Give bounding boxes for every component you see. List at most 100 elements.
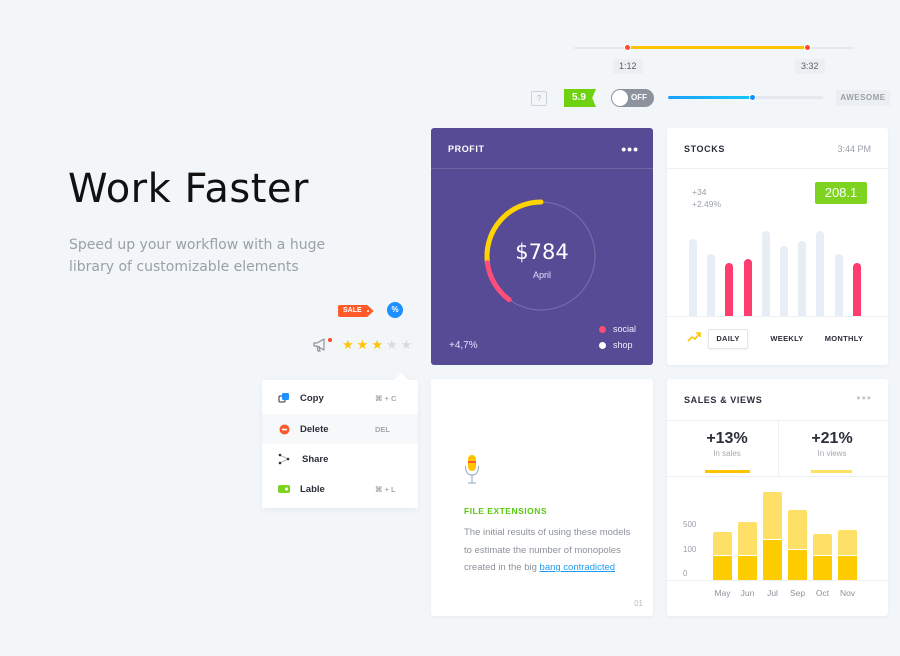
y-tick-label: 0 [683, 569, 688, 578]
menu-shortcut: ⌘ + C [375, 393, 397, 403]
progress-handle[interactable] [748, 94, 756, 101]
file-extensions-card: FILE EXTENSIONS The initial results of u… [431, 379, 653, 616]
stat-label: In sales [713, 449, 741, 458]
stock-bar [834, 254, 843, 316]
tab-daily[interactable]: DAILY [708, 329, 748, 349]
stock-bar [798, 240, 807, 316]
menu-label: Copy [300, 392, 324, 404]
trending-up-icon [687, 332, 701, 342]
menu-item-share[interactable]: Share [262, 444, 418, 474]
legend-item-social: social [599, 324, 636, 334]
star-icon[interactable]: ★ [342, 338, 354, 351]
stocks-time: 3:44 PM [837, 144, 871, 154]
more-horizontal-icon[interactable]: ••• [621, 141, 639, 157]
stat-underline-sales [705, 470, 750, 473]
stock-bar [707, 254, 716, 316]
label-icon [278, 483, 290, 495]
stat-label: In views [817, 449, 847, 458]
sales-bar [763, 492, 782, 580]
hero-title: Work Faster [68, 166, 309, 212]
copy-icon [278, 392, 290, 404]
sales-bar [838, 530, 857, 580]
bar-segment-sales [788, 550, 807, 580]
range-end-label: 3:32 [795, 59, 825, 74]
hero-subtitle: Speed up your workflow with a huge libra… [69, 237, 326, 275]
sales-bar [813, 534, 832, 580]
ring-segment-social [484, 260, 512, 303]
stat-underline-views [811, 470, 852, 473]
sales-bar [788, 510, 807, 580]
divider [667, 476, 888, 477]
stock-bar-highlight [852, 262, 861, 316]
bar-segment-sales [763, 540, 782, 580]
toggle-label: OFF [631, 93, 647, 102]
stocks-card: STOCKS 3:44 PM +34 +2.49% 208.1 DAILY WE… [667, 128, 888, 365]
tag-hole [366, 310, 369, 312]
stat-views: +21% In views [777, 430, 887, 458]
stock-bar-highlight [743, 259, 752, 316]
bar-segment-sales [838, 556, 857, 580]
profit-month: April [532, 270, 551, 280]
menu-item-copy[interactable]: Copy ⌘ + C [262, 383, 418, 413]
legend-label: shop [613, 340, 633, 350]
y-tick-label: 500 [683, 520, 697, 529]
toggle-knob [612, 90, 628, 106]
stocks-title: STOCKS [684, 144, 725, 154]
off-toggle[interactable]: OFF [611, 89, 654, 107]
profit-change: +4,7% [449, 340, 478, 351]
menu-shortcut: DEL [375, 424, 390, 434]
file-link[interactable]: bang contradicted [540, 562, 616, 573]
sale-label: SALE [343, 307, 362, 314]
range-end-handle[interactable] [804, 44, 811, 51]
star-icon[interactable]: ★ [371, 338, 383, 351]
stocks-bar-chart [689, 216, 869, 316]
range-start-label: 1:12 [613, 59, 643, 74]
tab-monthly[interactable]: MONTHLY [819, 329, 869, 349]
stat-sales: +13% In sales [672, 430, 782, 458]
legend-dot-social [599, 325, 606, 333]
awesome-button[interactable]: AWESOME [836, 90, 890, 106]
bar-segment-sales [738, 556, 757, 580]
range-start-handle[interactable] [624, 44, 631, 51]
star-icon[interactable]: ★ [357, 338, 369, 351]
bar-segment-views [713, 532, 732, 555]
menu-label: Delete [300, 423, 329, 435]
stock-bar [761, 230, 770, 316]
help-icon[interactable]: ? [531, 91, 547, 106]
sales-bar [713, 532, 732, 580]
menu-label: Share [302, 453, 329, 465]
file-body: The initial results of using these model… [464, 524, 634, 577]
stock-bar [689, 239, 697, 316]
more-horizontal-icon[interactable]: ••• [856, 391, 872, 405]
tab-weekly[interactable]: WEEKLY [765, 329, 809, 349]
bar-segment-views [838, 530, 857, 555]
bar-segment-sales [813, 556, 832, 580]
menu-item-delete[interactable]: Delete DEL [262, 414, 418, 444]
bar-segment-views [788, 510, 807, 549]
bar-segment-sales [713, 556, 732, 580]
notification-dot [328, 338, 332, 342]
sales-title: SALES & VIEWS [684, 395, 763, 405]
range-slider-fill [628, 46, 808, 49]
file-title: FILE EXTENSIONS [464, 506, 548, 516]
share-icon [278, 453, 290, 465]
legend-item-shop: shop [599, 340, 633, 350]
menu-item-label[interactable]: Lable ⌘ + L [262, 474, 418, 504]
legend-label: social [613, 324, 637, 334]
star-rating[interactable]: ★ ★ ★ ★ ★ [342, 338, 412, 351]
profit-amount: $784 [515, 240, 569, 264]
megaphone-icon[interactable] [313, 338, 329, 352]
microphone-icon [464, 455, 480, 484]
menu-shortcut: ⌘ + L [375, 484, 396, 494]
divider [431, 168, 653, 169]
page-number: 01 [634, 599, 643, 608]
legend-dot-shop [599, 341, 606, 349]
stocks-change-pct: +2.49% [692, 199, 722, 209]
star-icon[interactable]: ★ [386, 338, 398, 351]
sales-bar [738, 522, 757, 580]
y-tick-label: 100 [683, 545, 697, 554]
progress-slider[interactable] [668, 94, 823, 101]
star-icon[interactable]: ★ [401, 338, 413, 351]
stocks-value-badge: 208.1 [815, 182, 867, 204]
bar-segment-views [738, 522, 757, 555]
